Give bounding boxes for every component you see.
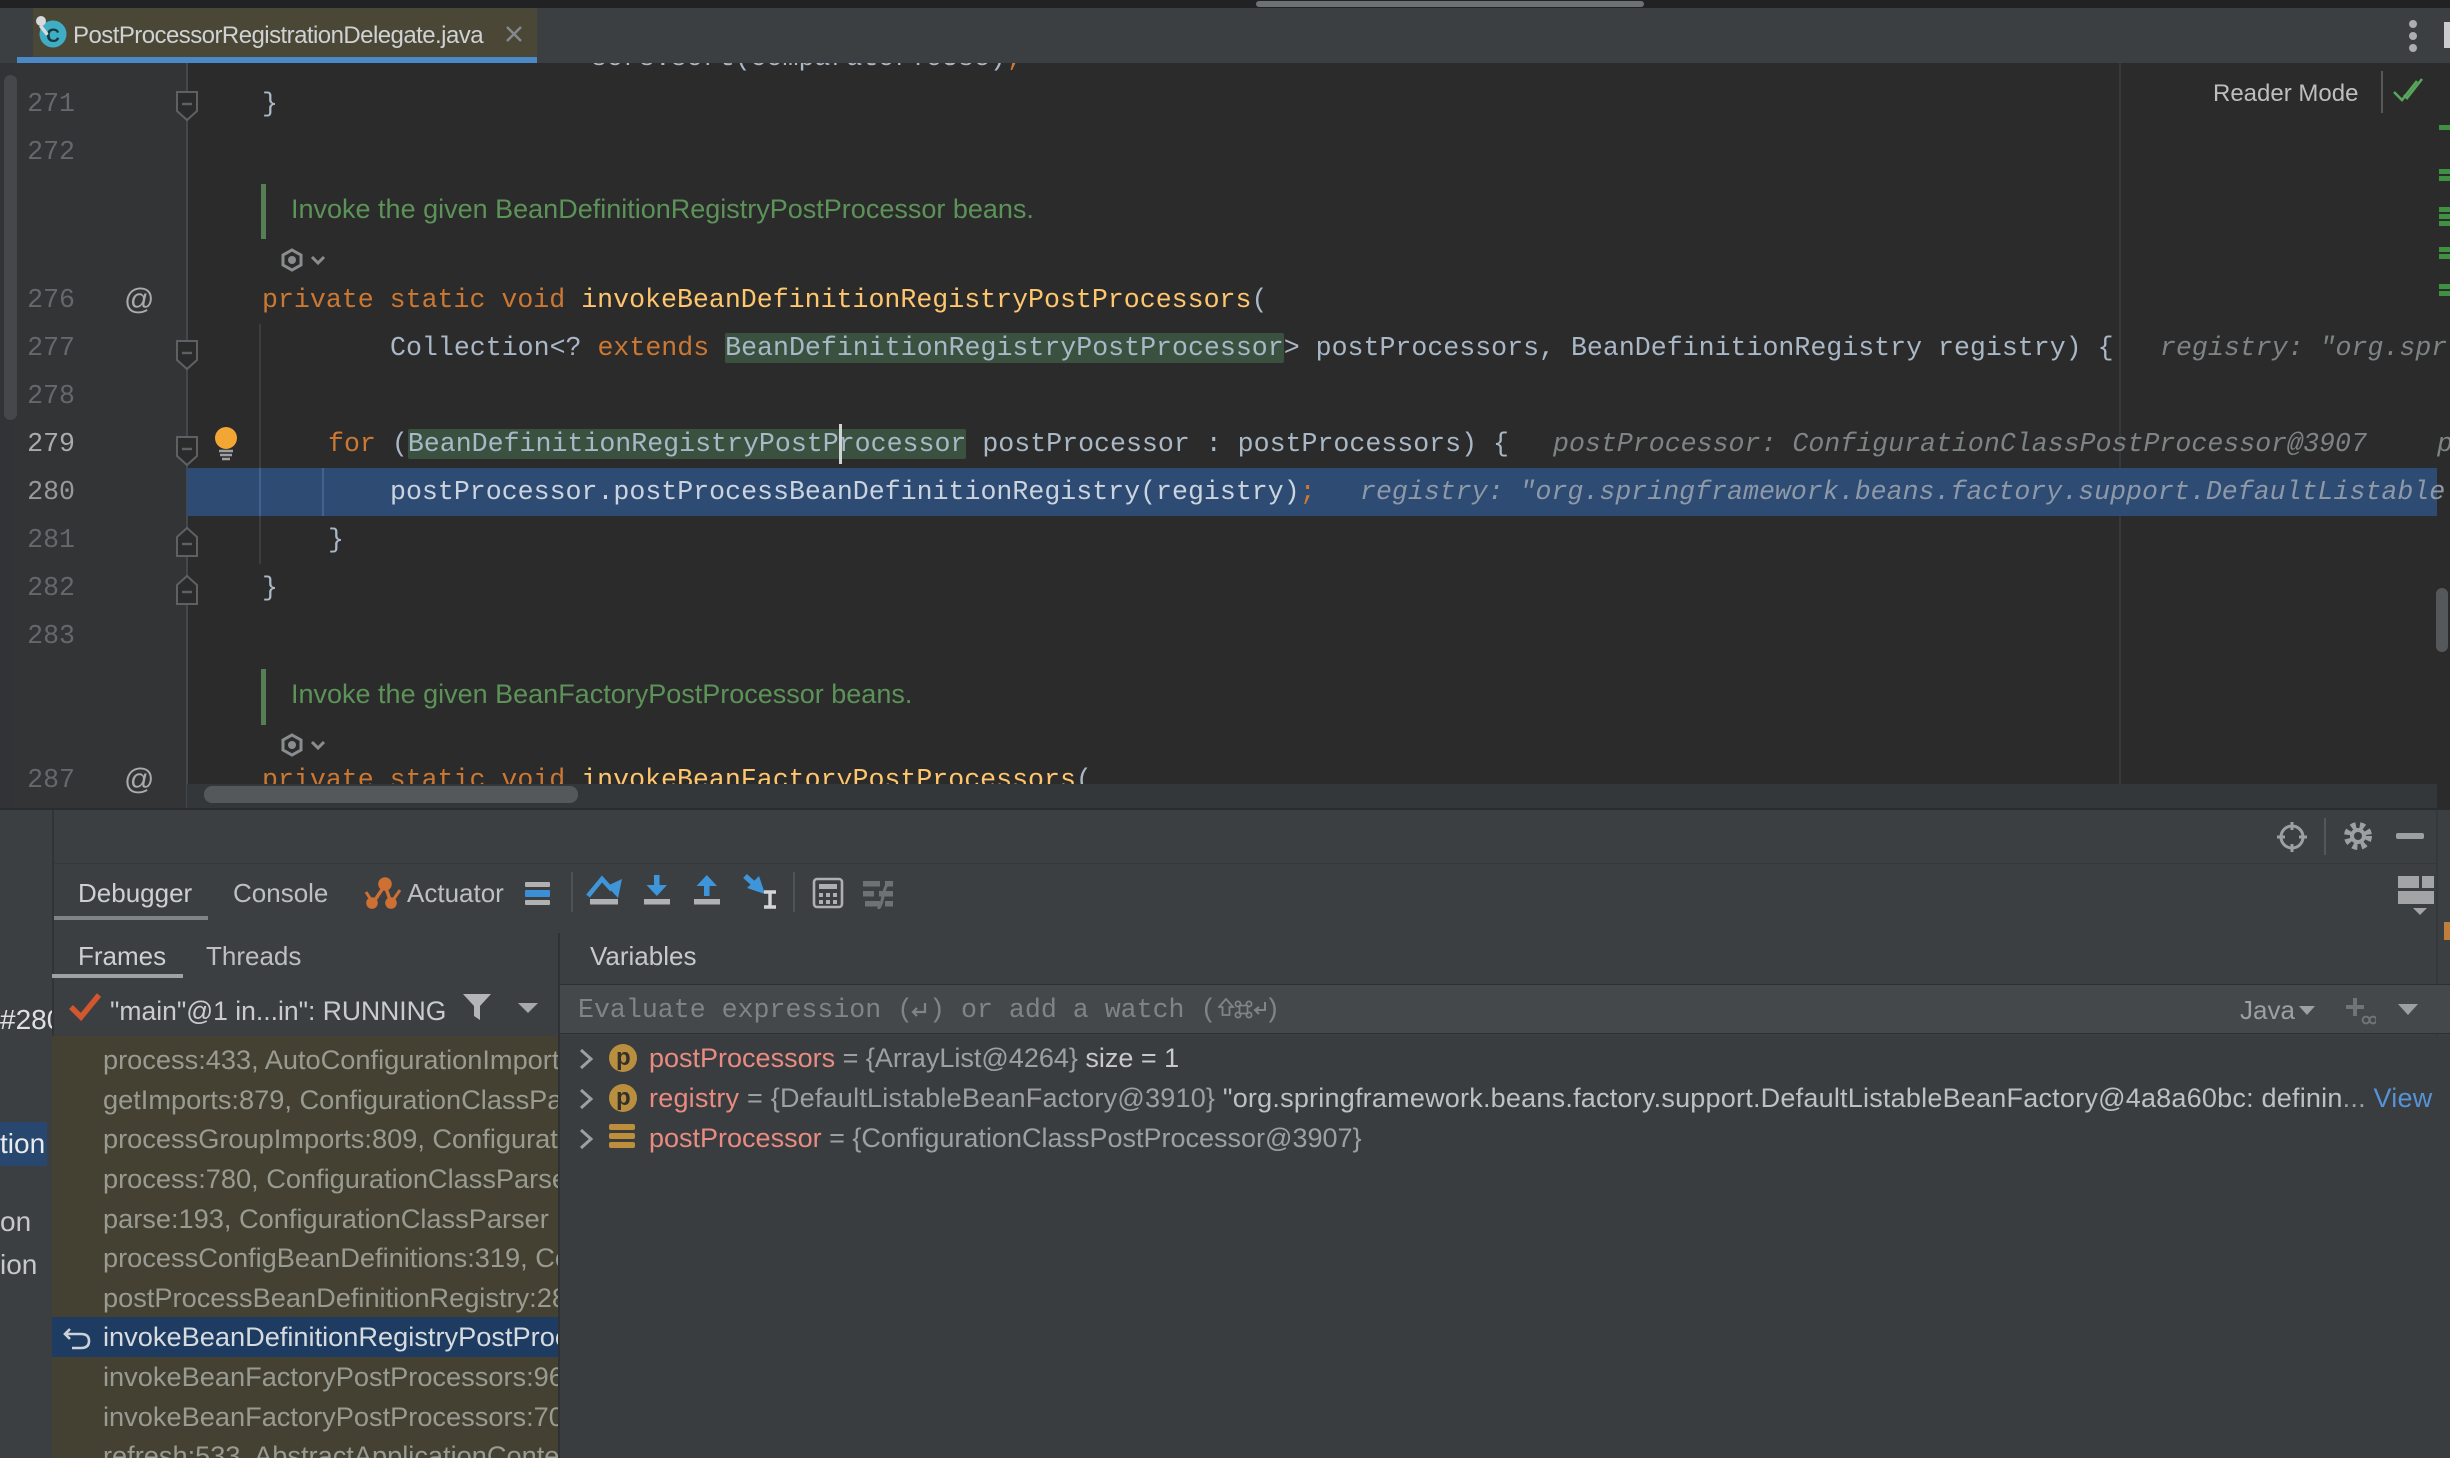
svg-text:C: C: [46, 26, 60, 47]
